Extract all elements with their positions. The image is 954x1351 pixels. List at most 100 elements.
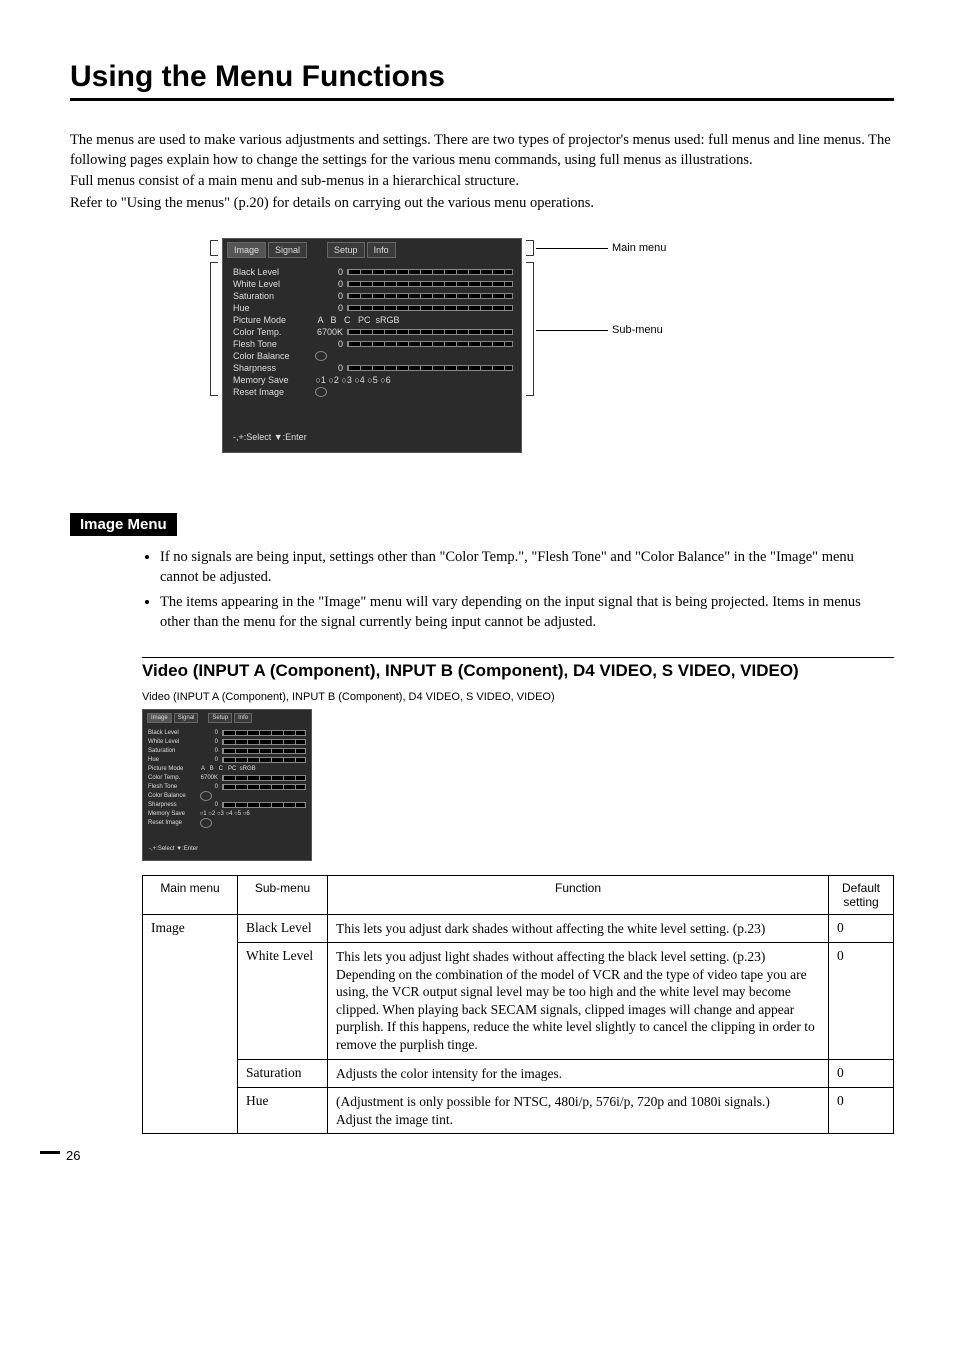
enter-icon [315,387,327,397]
osd-row: Picture Mode A B C PC sRGB [233,314,513,325]
osd-row-label: Memory Save [233,375,313,385]
osd-row-label: Flesh Tone [233,339,313,349]
osd-row-label: Reset Image [233,387,313,397]
section-image-menu: Image Menu [70,513,177,536]
osd-slider [347,269,513,275]
osd-row-value: 0 [198,739,218,745]
osd-row: Color Temp.6700K [233,326,513,337]
osd-row-value: 0 [313,267,343,277]
osd-slider [222,748,306,754]
td-main: Image [143,914,238,1133]
osd-row: Color Balance [233,350,513,361]
td-func: Adjusts the color intensity for the imag… [328,1059,829,1088]
osd-slider [222,730,306,736]
td-default: 0 [829,1088,894,1134]
th-def: Default setting [829,875,894,914]
osd-row-label: Color Temp. [233,327,313,337]
osd-row: Reset Image [233,386,513,397]
td-default: 0 [829,914,894,943]
intro-p1: The menus are used to make various adjus… [70,131,894,170]
osd-slider [222,802,306,808]
osd-row: Sharpness0 [233,362,513,373]
osd-row-value: 0 [198,748,218,754]
osd-row: Black Level0 [148,729,306,737]
osd-row: Memory Save ○1 ○2 ○3 ○4 ○5 ○6 [148,810,306,818]
osd-slider [222,775,306,781]
osd-row-label: Saturation [148,748,198,754]
osd-row-label: Color Balance [233,351,313,361]
notes-list: If no signals are being input, settings … [160,548,874,632]
osd-row: Picture Mode A B C PC sRGB [148,765,306,773]
osd-slider [347,281,513,287]
th-sub: Sub-menu [238,875,328,914]
osd-row-value: 0 [313,279,343,289]
osd-slider [347,365,513,371]
osd-row-label: Hue [233,303,313,313]
video-subhead: Video (INPUT A (Component), INPUT B (Com… [142,660,894,681]
table-row: White LevelThis lets you adjust light sh… [143,943,894,1059]
td-sub: Hue [238,1088,328,1134]
osd-row-label: Sharpness [233,363,313,373]
osd-slider [222,784,306,790]
td-func: This lets you adjust dark shades without… [328,914,829,943]
function-table: Main menu Sub-menu Function Default sett… [142,875,894,1134]
osd-memory-options: ○1 ○2 ○3 ○4 ○5 ○6 [198,811,306,817]
osd-tab-image: Image [227,242,266,258]
page-num-text: 26 [66,1148,80,1163]
osd-s-footer: -,+:Select ▼:Enter [143,832,311,854]
osd-row-label: Color Temp. [148,775,198,781]
osd-row-label: Saturation [233,291,313,301]
osd-large: Image Signal Setup Info Black Level0Whit… [222,238,522,453]
td-func: (Adjustment is only possible for NTSC, 4… [328,1088,829,1134]
osd-row: Flesh Tone0 [148,783,306,791]
osd-row: Saturation0 [233,290,513,301]
osd-row-value: 0 [313,291,343,301]
osd-s-tab-signal: Signal [174,713,199,723]
callout-sub-menu: Sub-menu [612,324,663,336]
osd-row: Memory Save ○1 ○2 ○3 ○4 ○5 ○6 [233,374,513,385]
osd-row-label: Sharpness [148,802,198,808]
osd-memory-options: ○1 ○2 ○3 ○4 ○5 ○6 [313,375,513,385]
osd-row: Color Temp.6700K [148,774,306,782]
td-sub: White Level [238,943,328,1059]
osd-row-value: 6700K [198,775,218,781]
osd-row-label: Reset Image [148,820,198,826]
td-default: 0 [829,943,894,1059]
osd-row-value: 0 [313,303,343,313]
osd-mode-options: A B C PC sRGB [313,315,513,325]
osd-mode-options: A B C PC sRGB [198,766,306,772]
osd-row-label: Picture Mode [233,315,313,325]
osd-slider [347,293,513,299]
osd-row-label: Hue [148,757,198,763]
osd-row-label: Black Level [233,267,313,277]
osd-row-label: Flesh Tone [148,784,198,790]
osd-footer: -,+:Select ▼:Enter [223,402,521,446]
osd-row: Black Level0 [233,266,513,277]
osd-tab-signal: Signal [268,242,307,258]
osd-row-label: Memory Save [148,811,198,817]
td-sub: Saturation [238,1059,328,1088]
osd-row-label: Black Level [148,730,198,736]
note-2: The items appearing in the "Image" menu … [160,593,874,632]
td-func: This lets you adjust light shades withou… [328,943,829,1059]
callout-main-menu: Main menu [612,242,666,254]
osd-row-value: 0 [198,757,218,763]
osd-row: Flesh Tone0 [233,338,513,349]
osd-s-tab-image: Image [147,713,172,723]
osd-row-value: 0 [198,784,218,790]
osd-tab-setup: Setup [327,242,365,258]
osd-slider [347,329,513,335]
osd-tab-info: Info [367,242,396,258]
enter-icon [200,818,212,828]
enter-icon [315,351,327,361]
intro-p2: Full menus consist of a main menu and su… [70,172,894,192]
osd-slider [347,305,513,311]
osd-row-value: 0 [313,339,343,349]
osd-row: Hue0 [148,756,306,764]
osd-slider [347,341,513,347]
osd-row: White Level0 [148,738,306,746]
osd-row: White Level0 [233,278,513,289]
th-func: Function [328,875,829,914]
osd-s-tab-info: Info [234,713,252,723]
osd-row: Color Balance [148,792,306,800]
